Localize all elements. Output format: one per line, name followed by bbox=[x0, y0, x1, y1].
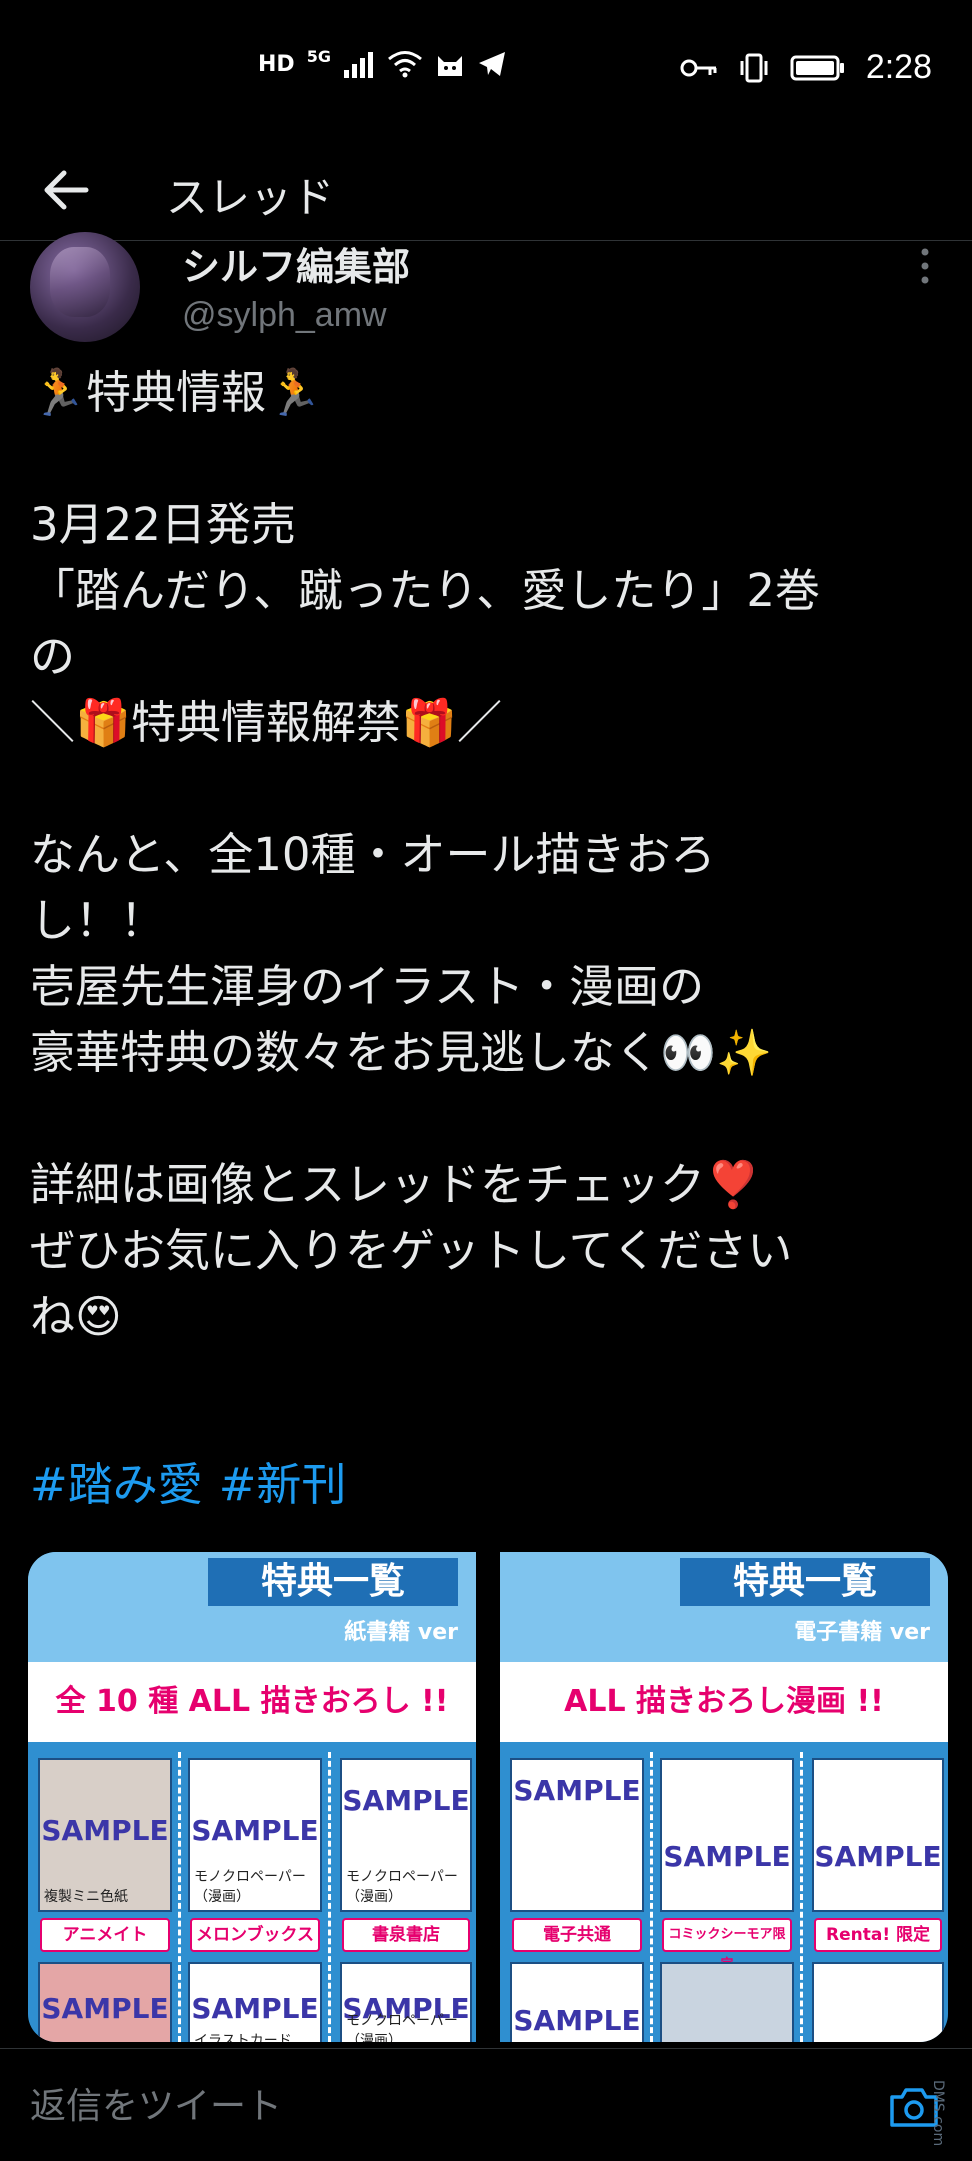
card-subtitle: 電子書籍 ver bbox=[794, 1620, 930, 1645]
wifi-icon bbox=[388, 51, 422, 78]
shop-tag: Renta! 限定 bbox=[814, 1918, 942, 1952]
sample-thumbnail: SAMPLE イラストカード bbox=[188, 1962, 322, 2042]
card-title-strip: 全 10 種 ALL 描きおろし !! bbox=[28, 1662, 476, 1742]
shop-tag: コミックシーモア限定 bbox=[662, 1918, 792, 1972]
shop-tag: アニメイト bbox=[40, 1918, 170, 1952]
tweet-line: ぜひお気に入りをゲットしてください bbox=[30, 1224, 793, 1277]
status-right: 2:28 bbox=[680, 48, 932, 87]
more-options-icon[interactable] bbox=[918, 246, 932, 286]
item-label: イラストカード bbox=[194, 2033, 292, 2042]
tweet-line: 「踏んだり、蹴ったり、愛したり」2巻 bbox=[30, 564, 821, 617]
item-label: モノクロペーパー（漫画） bbox=[194, 1869, 306, 1905]
card-subtitle: 紙書籍 ver bbox=[344, 1620, 458, 1645]
reply-input[interactable]: 返信をツイート bbox=[30, 2077, 282, 2129]
reply-bar: 返信をツイート bbox=[0, 2048, 972, 2161]
sample-thumbnail: SAMPLE bbox=[660, 1758, 794, 1912]
sample-thumbnail: SAMPLE モノクロペーパー（漫画） bbox=[340, 1962, 472, 2042]
item-label: モノクロペーパー（漫画） bbox=[346, 1869, 458, 1905]
author-handle[interactable]: @sylph_amw bbox=[182, 296, 387, 335]
tweet-line: 壱屋先生渾身のイラスト・漫画の bbox=[30, 960, 705, 1013]
sample-label: SAMPLE bbox=[342, 1784, 470, 1817]
arrow-left-icon[interactable] bbox=[42, 168, 90, 212]
sample-thumbnail: SAMPLE モノクロペーパー（漫画） bbox=[340, 1758, 472, 1912]
tweet-line bbox=[30, 426, 950, 492]
watermark: DMS.com bbox=[930, 2080, 946, 2147]
divider bbox=[800, 1752, 803, 2042]
status-bar: HD 5G 2:28 bbox=[0, 0, 972, 140]
sample-thumbnail: SAMPLE bbox=[510, 1758, 644, 1912]
telegram-icon bbox=[478, 52, 505, 76]
comic-thumbnail bbox=[812, 1962, 944, 2042]
hashtag-link[interactable]: #踏み愛 bbox=[30, 1448, 203, 1513]
key-icon bbox=[680, 59, 717, 76]
tweet-text: 🏃特典情報🏃 3月22日発売 「踏んだり、蹴ったり、愛したり」2巻 の ＼🎁特典… bbox=[30, 360, 950, 1350]
hashtag-link[interactable]: #新刊 bbox=[219, 1448, 347, 1513]
sample-thumbnail: SAMPLE 複製ミニ色紙 bbox=[38, 1758, 172, 1912]
sample-label: SAMPLE bbox=[513, 2004, 641, 2037]
comic-thumbnail bbox=[660, 1962, 794, 2042]
hashtags: #踏み愛 #新刊 bbox=[30, 1448, 346, 1513]
divider bbox=[328, 1752, 331, 2042]
item-label: モノクロペーパー（漫画） bbox=[346, 2013, 458, 2042]
tweet-media: 特典一覧 紙書籍 ver 全 10 種 ALL 描きおろし !! SAMPLE … bbox=[28, 1552, 948, 2042]
sample-label: SAMPLE bbox=[191, 1814, 319, 1847]
divider bbox=[650, 1752, 653, 2042]
tweet-line: 3月22日発売 bbox=[30, 498, 296, 551]
tweet-line: なんと、全10種・オール描きおろ bbox=[30, 828, 716, 881]
sample-label: SAMPLE bbox=[191, 1992, 319, 2025]
tweet-line: の bbox=[30, 630, 76, 683]
status-left: HD 5G bbox=[258, 46, 507, 78]
tweet-line bbox=[30, 1086, 950, 1152]
shop-tag: メロンブックス bbox=[190, 1918, 320, 1952]
card-title-strip: ALL 描きおろし漫画 !! bbox=[500, 1662, 948, 1742]
sample-label: SAMPLE bbox=[814, 1840, 942, 1873]
sample-thumbnail: SAMPLE bbox=[510, 1962, 644, 2042]
sample-thumbnail: SAMPLE モノクロペーパー（漫画） bbox=[188, 1758, 322, 1912]
card-banner: 特典一覧 bbox=[208, 1558, 458, 1606]
shop-tag: 電子共通 bbox=[512, 1918, 642, 1952]
sample-label: SAMPLE bbox=[41, 1992, 169, 2025]
cat-icon bbox=[437, 56, 462, 76]
tweet-line: 🏃特典情報🏃 bbox=[30, 366, 323, 419]
thread-header: スレッド bbox=[0, 140, 972, 241]
tweet-line: ＼🎁特典情報解禁🎁／ bbox=[30, 696, 503, 749]
tweet-line bbox=[30, 756, 950, 822]
author-name[interactable]: シルフ編集部 bbox=[182, 236, 410, 291]
sample-label: SAMPLE bbox=[41, 1814, 169, 1847]
hd-indicator: HD bbox=[258, 51, 295, 77]
item-label: 複製ミニ色紙 bbox=[44, 1889, 128, 1905]
shop-tag: 書泉書店 bbox=[342, 1918, 470, 1952]
card-title: ALL 描きおろし漫画 !! bbox=[564, 1684, 884, 1719]
sample-thumbnail: SAMPLE bbox=[38, 1962, 172, 2042]
sample-label: SAMPLE bbox=[513, 1774, 641, 1807]
avatar[interactable] bbox=[30, 232, 140, 342]
sample-label: SAMPLE bbox=[663, 1840, 791, 1873]
tweet-line: ね😍 bbox=[30, 1290, 122, 1343]
media-image-paper[interactable]: 特典一覧 紙書籍 ver 全 10 種 ALL 描きおろし !! SAMPLE … bbox=[28, 1552, 476, 2042]
signal-icon bbox=[343, 52, 373, 78]
vibrate-icon bbox=[740, 53, 768, 82]
tweet-line: 豪華特典の数々をお見逃しなく👀✨ bbox=[30, 1026, 773, 1079]
card-banner: 特典一覧 bbox=[680, 1558, 930, 1606]
page-title: スレッド bbox=[166, 173, 335, 222]
clock: 2:28 bbox=[865, 48, 932, 86]
card-title: 全 10 種 ALL 描きおろし !! bbox=[55, 1684, 449, 1719]
network-type: 5G bbox=[306, 46, 331, 66]
media-image-digital[interactable]: 特典一覧 電子書籍 ver ALL 描きおろし漫画 !! SAMPLE SAMP… bbox=[500, 1552, 948, 2042]
divider bbox=[178, 1752, 181, 2042]
tweet-line: し！！ bbox=[30, 894, 166, 947]
sample-thumbnail: SAMPLE bbox=[812, 1758, 944, 1912]
tweet-line: 詳細は画像とスレッドをチェック❣️ bbox=[30, 1158, 762, 1211]
battery-icon bbox=[790, 55, 844, 80]
